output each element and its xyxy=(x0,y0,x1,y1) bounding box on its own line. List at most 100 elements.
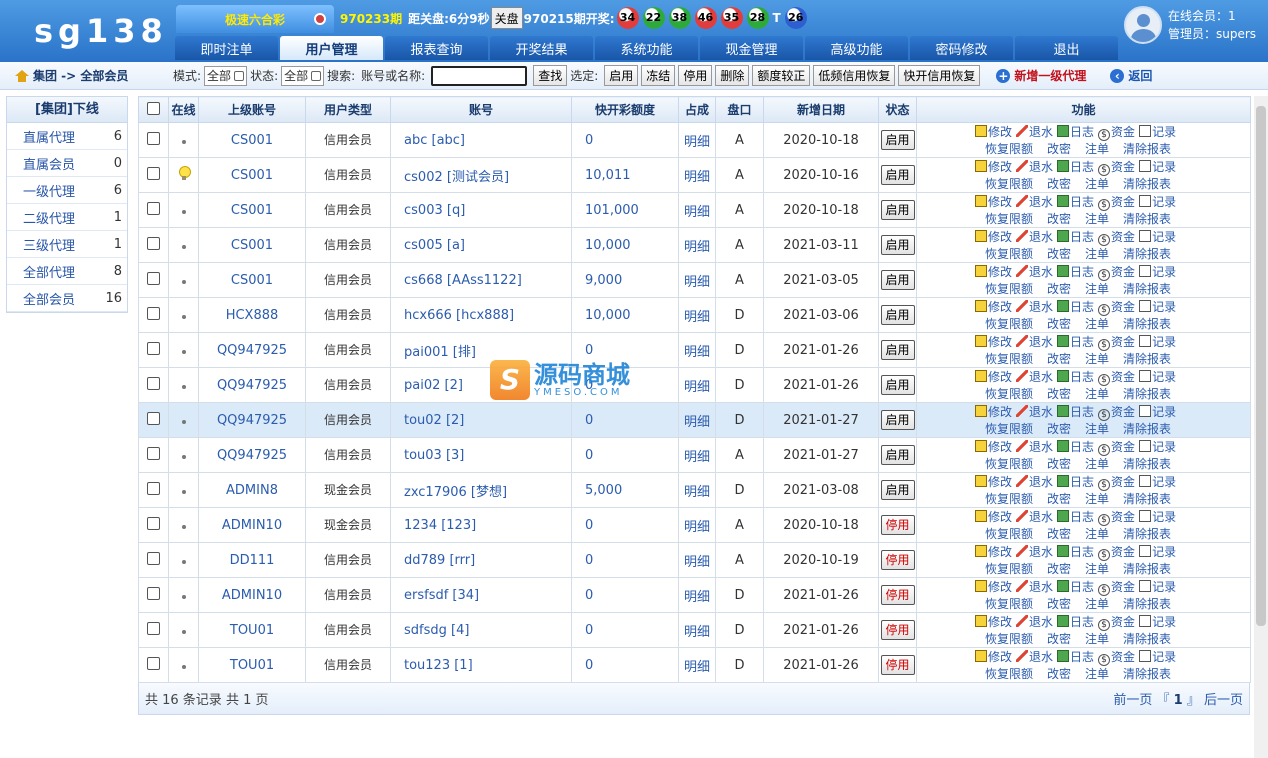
function-link[interactable]: $ 资金 xyxy=(1098,440,1135,456)
sidebar-item[interactable]: 全部会员 16 xyxy=(7,285,127,312)
function-link[interactable]: 日志 xyxy=(1057,614,1094,629)
vertical-scrollbar[interactable] xyxy=(1254,96,1268,758)
function-link[interactable]: 改密 xyxy=(1047,282,1071,296)
parent-account[interactable]: QQ947925 xyxy=(198,332,306,368)
function-link[interactable]: 清除报表 xyxy=(1123,457,1171,471)
function-link[interactable]: 改密 xyxy=(1047,142,1071,156)
status-button[interactable]: 停用 xyxy=(880,620,915,640)
select-all-checkbox[interactable] xyxy=(147,101,160,115)
function-link[interactable]: 日志 xyxy=(1057,264,1094,279)
account[interactable]: zxc17906 [梦想] xyxy=(390,472,572,508)
function-link[interactable]: 改密 xyxy=(1047,422,1071,436)
function-link[interactable]: 日志 xyxy=(1057,194,1094,209)
sidebar-item[interactable]: 全部代理 8 xyxy=(7,258,127,285)
function-link[interactable]: 修改 xyxy=(975,264,1012,279)
function-link[interactable]: 恢复限额 xyxy=(985,562,1033,576)
nav-tab-3[interactable]: 开奖结果 xyxy=(490,36,593,60)
function-link[interactable]: 退水 xyxy=(1016,614,1053,629)
parent-account[interactable]: ADMIN8 xyxy=(198,472,306,508)
status-button[interactable]: 停用 xyxy=(880,585,915,605)
row-checkbox[interactable] xyxy=(147,516,160,530)
function-link[interactable]: 日志 xyxy=(1057,369,1094,384)
share-detail-link[interactable]: 明细 xyxy=(678,297,716,333)
function-link[interactable]: $ 资金 xyxy=(1098,265,1135,281)
sidebar-item[interactable]: 直属代理 6 xyxy=(7,123,127,150)
account[interactable]: abc [abc] xyxy=(390,122,572,158)
parent-account[interactable]: CS001 xyxy=(198,227,306,263)
row-checkbox[interactable] xyxy=(147,166,160,180)
function-link[interactable]: 修改 xyxy=(975,124,1012,139)
function-link[interactable]: 修改 xyxy=(975,334,1012,349)
game-switch-icon[interactable] xyxy=(314,13,326,25)
function-link[interactable]: $ 资金 xyxy=(1098,650,1135,666)
share-detail-link[interactable]: 明细 xyxy=(678,262,716,298)
function-link[interactable]: 记录 xyxy=(1139,404,1176,419)
function-link[interactable]: $ 资金 xyxy=(1098,475,1135,491)
row-checkbox[interactable] xyxy=(147,131,160,145)
function-link[interactable]: 修改 xyxy=(975,474,1012,489)
function-link[interactable]: 清除报表 xyxy=(1123,562,1171,576)
function-link[interactable]: 记录 xyxy=(1139,299,1176,314)
function-link[interactable]: 退水 xyxy=(1016,264,1053,279)
account[interactable]: tou02 [2] xyxy=(390,402,572,438)
function-link[interactable]: 日志 xyxy=(1057,439,1094,454)
function-link[interactable]: 退水 xyxy=(1016,544,1053,559)
function-link[interactable]: 日志 xyxy=(1057,544,1094,559)
function-link[interactable]: 改密 xyxy=(1047,632,1071,646)
function-link[interactable]: 清除报表 xyxy=(1123,387,1171,401)
account[interactable]: cs005 [a] xyxy=(390,227,572,263)
share-detail-link[interactable]: 明细 xyxy=(678,542,716,578)
bulk-action-button[interactable]: 停用 xyxy=(678,65,713,86)
row-checkbox[interactable] xyxy=(147,306,160,320)
function-link[interactable]: 退水 xyxy=(1016,509,1053,524)
function-link[interactable]: $ 资金 xyxy=(1098,300,1135,316)
share-detail-link[interactable]: 明细 xyxy=(678,227,716,263)
function-link[interactable]: 清除报表 xyxy=(1123,667,1171,681)
function-link[interactable]: 改密 xyxy=(1047,492,1071,506)
row-checkbox[interactable] xyxy=(147,621,160,635)
function-link[interactable]: 清除报表 xyxy=(1123,632,1171,646)
function-link[interactable]: 注单 xyxy=(1085,597,1109,611)
parent-account[interactable]: ADMIN10 xyxy=(198,507,306,543)
function-link[interactable]: 恢复限额 xyxy=(985,387,1033,401)
parent-account[interactable]: QQ947925 xyxy=(198,437,306,473)
function-link[interactable]: 恢复限额 xyxy=(985,282,1033,296)
row-checkbox[interactable] xyxy=(147,271,160,285)
function-link[interactable]: 清除报表 xyxy=(1123,247,1171,261)
function-link[interactable]: 清除报表 xyxy=(1123,212,1171,226)
bulk-action-button[interactable]: 启用 xyxy=(604,65,639,86)
account[interactable]: cs668 [AAss1122] xyxy=(390,262,572,298)
parent-account[interactable]: TOU01 xyxy=(198,612,306,648)
function-link[interactable]: 改密 xyxy=(1047,247,1071,261)
bulk-action-button[interactable]: 冻结 xyxy=(641,65,676,86)
function-link[interactable]: 退水 xyxy=(1016,404,1053,419)
function-link[interactable]: $ 资金 xyxy=(1098,615,1135,631)
function-link[interactable]: 记录 xyxy=(1139,264,1176,279)
function-link[interactable]: 注单 xyxy=(1085,632,1109,646)
function-link[interactable]: 修改 xyxy=(975,159,1012,174)
share-detail-link[interactable]: 明细 xyxy=(678,332,716,368)
share-detail-link[interactable]: 明细 xyxy=(678,647,716,683)
function-link[interactable]: 日志 xyxy=(1057,649,1094,664)
function-link[interactable]: 改密 xyxy=(1047,457,1071,471)
share-detail-link[interactable]: 明细 xyxy=(678,367,716,403)
status-button[interactable]: 启用 xyxy=(880,445,915,465)
row-checkbox[interactable] xyxy=(147,481,160,495)
function-link[interactable]: 修改 xyxy=(975,404,1012,419)
function-link[interactable]: 记录 xyxy=(1139,649,1176,664)
next-page-link[interactable]: 后一页 xyxy=(1204,693,1243,708)
function-link[interactable]: 记录 xyxy=(1139,544,1176,559)
status-button[interactable]: 启用 xyxy=(880,410,915,430)
share-detail-link[interactable]: 明细 xyxy=(678,192,716,228)
function-link[interactable]: 日志 xyxy=(1057,579,1094,594)
function-link[interactable]: 退水 xyxy=(1016,159,1053,174)
nav-tab-8[interactable]: 退出 xyxy=(1015,36,1118,60)
column-header[interactable] xyxy=(138,96,169,123)
function-link[interactable]: 改密 xyxy=(1047,562,1071,576)
share-detail-link[interactable]: 明细 xyxy=(678,157,716,193)
function-link[interactable]: 注单 xyxy=(1085,317,1109,331)
search-input[interactable] xyxy=(431,65,528,86)
function-link[interactable]: $ 资金 xyxy=(1098,370,1135,386)
row-checkbox[interactable] xyxy=(147,411,160,425)
account[interactable]: tou03 [3] xyxy=(390,437,572,473)
